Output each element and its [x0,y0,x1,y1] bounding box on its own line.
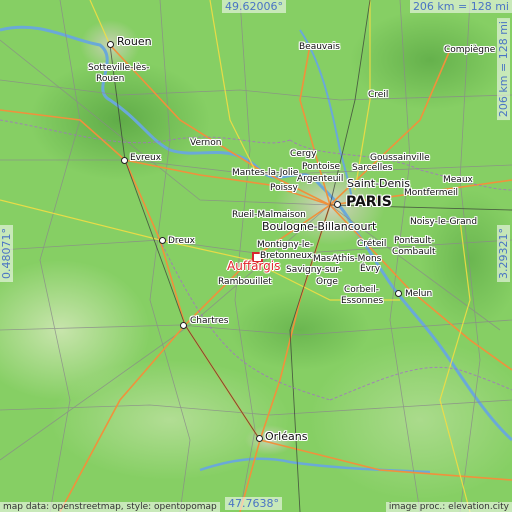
label-saint-denis: Saint-Denis [347,177,411,190]
label-orleans: Orléans [265,430,308,443]
rouen-marker [107,41,114,48]
label-argenteuil: Argenteuil [297,174,344,184]
label-pontoise: Pontoise [302,162,341,172]
melun-marker [395,290,402,297]
attribution-left: map data: openstreetmap, style: opentopo… [0,502,220,512]
scale-horizontal: 206 km = 128 mi [409,0,512,13]
orleans-marker [256,435,263,442]
label-beauvais: Beauvais [299,42,340,52]
chartres-marker [180,322,187,329]
label-montfermeil: Montfermeil [404,188,459,198]
label-meaux: Meaux [443,175,473,185]
label-rouen: Rouen [117,35,152,48]
label-rambouillet: Rambouillet [218,277,272,287]
map-view[interactable]: Rouen Sotteville-lès- Rouen Beauvais Com… [0,0,512,512]
coord-right: 3.29321° [497,225,510,282]
label-combault: Combault [392,247,436,257]
label-poissy: Poissy [270,183,298,193]
label-chartres: Chartres [190,316,229,326]
label-cergy: Cergy [290,149,317,159]
label-orge: Orge [316,277,338,287]
label-creil: Creil [368,90,389,100]
coord-bottom: 47.7638° [225,497,282,510]
label-sotteville-2: Rouen [96,74,125,84]
label-goussainville: Goussainville [370,153,430,163]
label-mantes: Mantes-la-Jolie [232,168,299,178]
attribution-right: image proc.: elevation.city [385,502,512,512]
label-essonnes: Essonnes [341,296,384,306]
label-boulogne: Boulogne-Billancourt [262,220,377,233]
label-highlight-place: Auffargis [227,259,281,273]
paris-marker [334,201,341,208]
coord-left: 0.48071° [0,225,13,282]
label-noisy: Noisy-le-Grand [410,217,478,227]
label-evry: Évry [360,264,381,274]
label-paris: PARIS [346,194,392,210]
coord-top: 49.62006° [222,0,286,13]
evreux-marker [121,157,128,164]
label-evreux: Evreux [130,153,162,163]
label-compiegne: Compiègne [444,45,496,55]
label-vernon: Vernon [190,138,222,148]
dreux-marker [159,237,166,244]
label-dreux: Dreux [168,236,195,246]
scale-vertical: 206 km = 128 mi [497,18,510,121]
label-savigny: Savigny-sur- [286,265,342,275]
label-melun: Melun [405,289,433,299]
label-creteil: Créteil [357,239,387,249]
